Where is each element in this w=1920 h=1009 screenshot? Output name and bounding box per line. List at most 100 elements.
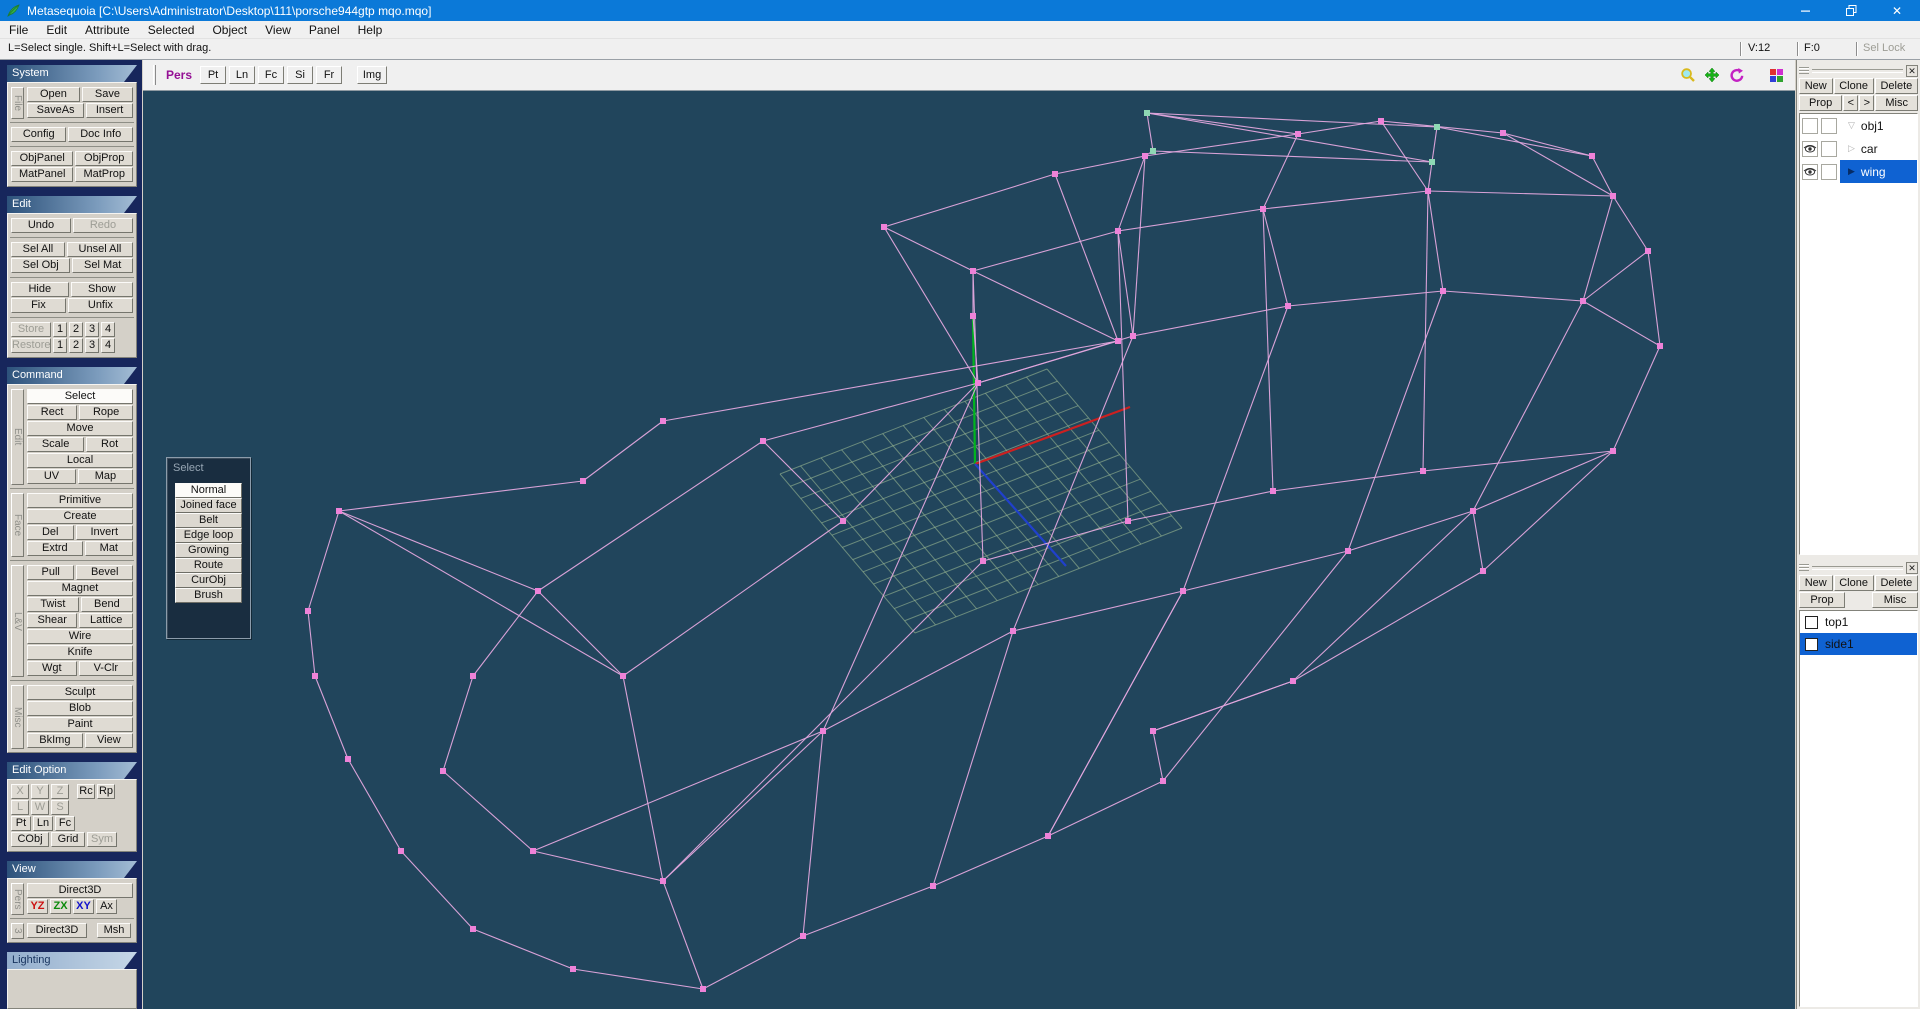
button-delete[interactable]: Delete [1874, 575, 1919, 591]
palette-button-route[interactable]: Route [175, 558, 242, 573]
lock-cell[interactable] [1821, 163, 1837, 180]
button-objpanel[interactable]: ObjPanel [11, 151, 74, 166]
zoom-icon[interactable] [1680, 67, 1696, 83]
button-prop[interactable]: Prop [1799, 95, 1843, 111]
palette-button-belt[interactable]: Belt [175, 513, 242, 528]
close-button[interactable]: ✕ [1874, 0, 1920, 21]
button-msh[interactable]: Msh [97, 923, 131, 938]
palette-button-normal[interactable]: Normal [175, 483, 242, 498]
button-xy[interactable]: XY [73, 899, 94, 914]
menu-item-edit[interactable]: Edit [37, 21, 76, 38]
button-clone[interactable]: Clone [1833, 78, 1874, 94]
button-matpanel[interactable]: MatPanel [11, 167, 74, 182]
object-row-obj1[interactable]: ▽ obj1 [1800, 114, 1917, 137]
button-wgt[interactable]: Wgt [27, 661, 77, 676]
button-sculpt[interactable]: Sculpt [27, 685, 133, 700]
panel-header-edit[interactable]: Edit [7, 196, 137, 213]
button-delete[interactable]: Delete [1874, 78, 1919, 94]
button-wire[interactable]: Wire [27, 629, 133, 644]
restore-button[interactable] [1828, 0, 1874, 21]
button-1[interactable]: 1 [53, 338, 67, 353]
palette-button-curobj[interactable]: CurObj [175, 573, 242, 588]
button-del[interactable]: Del [27, 525, 74, 540]
expander-closed-icon[interactable]: ▷ [1848, 144, 1855, 153]
object-row-car[interactable]: ▷ car [1800, 137, 1917, 160]
button-matprop[interactable]: MatProp [75, 167, 133, 182]
button-local[interactable]: Local [27, 453, 133, 468]
button-undo[interactable]: Undo [11, 218, 71, 233]
button-next[interactable]: > [1859, 95, 1875, 111]
toggle-fc[interactable]: Fc [258, 66, 285, 84]
button-create[interactable]: Create [27, 509, 133, 524]
menu-item-panel[interactable]: Panel [300, 21, 349, 38]
button-invert[interactable]: Invert [75, 525, 133, 540]
panel-grip[interactable] [1799, 67, 1809, 74]
button-mat[interactable]: Mat [84, 541, 133, 556]
close-icon[interactable]: ✕ [1906, 561, 1918, 574]
button-sel-mat[interactable]: Sel Mat [72, 258, 133, 273]
button-misc[interactable]: Misc [1872, 592, 1918, 608]
palette-button-brush[interactable]: Brush [175, 588, 242, 603]
view-mode-label[interactable]: Pers [166, 68, 192, 82]
toggle-pt[interactable]: Pt [200, 66, 227, 84]
button-bevel[interactable]: Bevel [76, 565, 133, 580]
button-bkimg[interactable]: BkImg [27, 733, 83, 748]
button-rc[interactable]: Rc [77, 784, 95, 799]
button-lattice[interactable]: Lattice [79, 613, 133, 628]
close-icon[interactable]: ✕ [1906, 64, 1918, 77]
button-new[interactable]: New [1799, 575, 1833, 591]
material-row-top1[interactable]: top1 [1800, 611, 1917, 633]
row-content[interactable]: ▷ car [1840, 137, 1917, 160]
button-objprop[interactable]: ObjProp [75, 151, 133, 166]
button-zx[interactable]: ZX [50, 899, 71, 914]
group-tab-edit[interactable]: Edit [11, 389, 24, 485]
toggle-si[interactable]: Si [287, 66, 314, 84]
button-open[interactable]: Open [27, 87, 80, 102]
menu-item-view[interactable]: View [256, 21, 300, 38]
menu-item-help[interactable]: Help [349, 21, 392, 38]
button-unsel-all[interactable]: Unsel All [66, 242, 133, 257]
lock-cell[interactable] [1821, 140, 1837, 157]
button-misc[interactable]: Misc [1875, 95, 1919, 111]
panel-grip[interactable] [1799, 564, 1809, 571]
button-unfix[interactable]: Unfix [67, 298, 134, 313]
menu-item-selected[interactable]: Selected [139, 21, 204, 38]
lock-cell[interactable] [1821, 117, 1837, 134]
button-clone[interactable]: Clone [1833, 575, 1874, 591]
button-1[interactable]: 1 [53, 322, 67, 337]
button-uv[interactable]: UV [27, 469, 76, 484]
button-rope[interactable]: Rope [79, 405, 134, 420]
button-3[interactable]: 3 [85, 322, 99, 337]
button-direct3d[interactable]: Direct3D [27, 923, 87, 938]
button-primitive[interactable]: Primitive [27, 493, 133, 508]
button-yz[interactable]: YZ [27, 899, 48, 914]
button-sel-all[interactable]: Sel All [11, 242, 65, 257]
button-3[interactable]: 3 [85, 338, 99, 353]
group-tab-file[interactable]: File [11, 87, 24, 119]
expander-open-icon[interactable]: ▽ [1848, 121, 1855, 130]
button-magnet[interactable]: Magnet [27, 581, 133, 596]
button-doc-info[interactable]: Doc Info [68, 127, 134, 142]
button-fc[interactable]: Fc [55, 816, 75, 831]
menu-item-object[interactable]: Object [203, 21, 256, 38]
button-ax[interactable]: Ax [96, 899, 117, 914]
button-v-clr[interactable]: V-Clr [78, 661, 134, 676]
button-hide[interactable]: Hide [11, 282, 69, 297]
button-4[interactable]: 4 [101, 322, 115, 337]
viewport-canvas[interactable]: Select Normal Joined face Belt Edge loop Gro… [143, 91, 1795, 1009]
button-blob[interactable]: Blob [27, 701, 133, 716]
panel-header-view[interactable]: View [7, 861, 137, 878]
view-layout-icon[interactable] [1770, 68, 1783, 82]
button-fix[interactable]: Fix [11, 298, 66, 313]
group-tab-pers[interactable]: Pers [11, 883, 24, 915]
button-twist[interactable]: Twist [27, 597, 79, 612]
button-sel-obj[interactable]: Sel Obj [11, 258, 71, 273]
panel-header-system[interactable]: System [7, 65, 137, 82]
button-new[interactable]: New [1799, 78, 1833, 94]
palette-button-joined-face[interactable]: Joined face [175, 498, 242, 513]
button-2[interactable]: 2 [69, 322, 83, 337]
material-row-side1[interactable]: side1 [1800, 633, 1917, 655]
button-prev[interactable]: < [1843, 95, 1859, 111]
toggle-ln[interactable]: Ln [229, 66, 256, 84]
palette-button-edge-loop[interactable]: Edge loop [175, 528, 242, 543]
